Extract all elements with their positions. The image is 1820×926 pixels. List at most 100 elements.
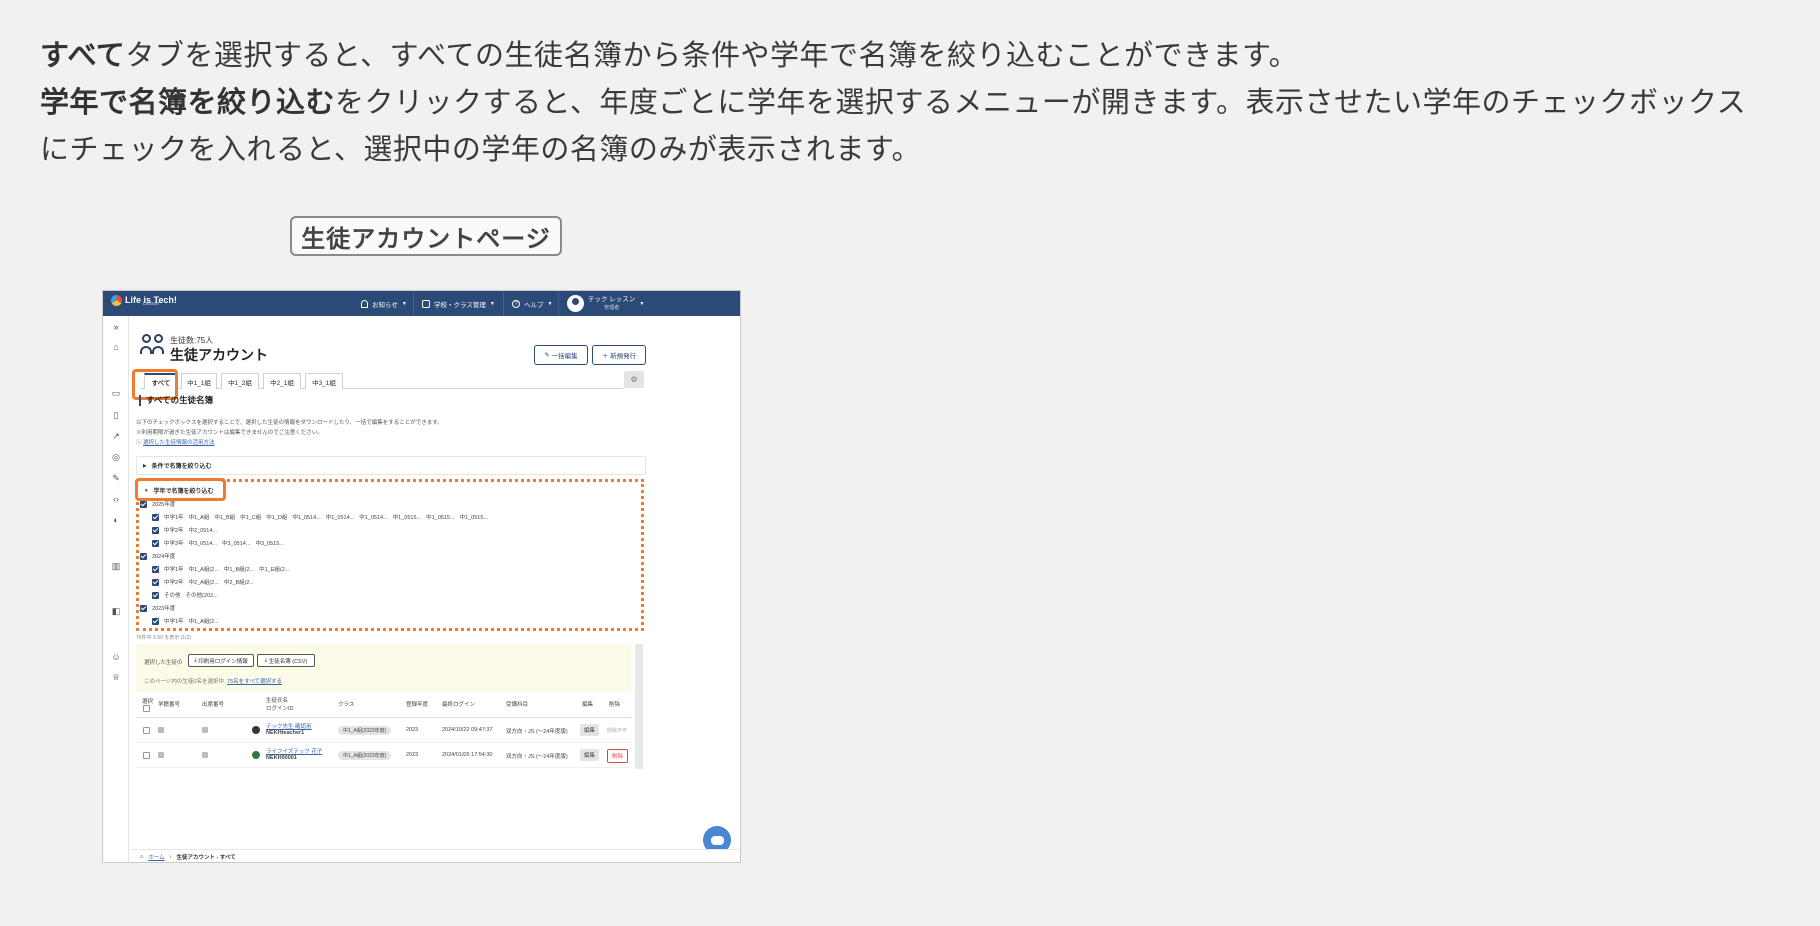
checkbox[interactable] xyxy=(152,578,159,586)
csv-download-label: 生徒名簿 (CSV) xyxy=(268,658,308,665)
chart-icon[interactable]: ▥ xyxy=(111,561,121,571)
class-name: 中1_0515... xyxy=(426,515,455,521)
filter-by-condition[interactable]: ▶ 条件で名簿を絞り込む xyxy=(136,456,646,475)
edit-button[interactable]: 編集 xyxy=(580,749,600,761)
col-student-no[interactable]: 学籍番号 xyxy=(158,700,180,708)
expand-icon[interactable]: » xyxy=(111,322,121,332)
nav-school[interactable]: 学校・クラス管理 ▼ xyxy=(413,291,503,316)
checkbox[interactable] xyxy=(140,552,147,560)
logo-subtext: Lesson xyxy=(143,301,160,307)
class-name: 中2_B組(2... xyxy=(223,580,255,586)
col-last-login[interactable]: 最終ログイン xyxy=(442,700,475,708)
tab-1-2[interactable]: 中1_2組 xyxy=(221,373,259,389)
trophy-icon[interactable]: ♕ xyxy=(111,672,121,682)
monitor-icon[interactable]: ▭ xyxy=(111,388,121,398)
class-name: 中1_A組(2... xyxy=(188,567,219,573)
last-login: 2024/10/22 09:47:37 xyxy=(442,727,493,733)
select-all-link[interactable]: 75名をすべて選択する xyxy=(227,679,282,685)
checkbox[interactable] xyxy=(152,539,159,547)
row-checkbox[interactable] xyxy=(143,727,150,734)
student-name-link[interactable]: ライフイズテック 花子 xyxy=(266,747,322,755)
tab-3-1[interactable]: 中3_1組 xyxy=(305,373,343,389)
year-2025[interactable]: 2025年度 xyxy=(140,500,175,508)
col-attend-no[interactable]: 出席番号 xyxy=(202,700,224,708)
checkbox[interactable] xyxy=(140,604,147,612)
grade-row[interactable]: 中学2年 中2_A組(2... 中2_B組(2... xyxy=(152,578,254,586)
csv-download-button[interactable]: ⤓ 生徒名簿 (CSV) xyxy=(257,654,315,667)
top-bar: Life is Tech! Lesson お知らせ ▼ 学校・クラス管理 ▼ ?… xyxy=(103,291,740,316)
year-2023[interactable]: 2023年度 xyxy=(140,604,175,612)
trend-icon[interactable]: ↗ xyxy=(111,431,121,441)
class-name: 中1_B組 xyxy=(214,515,236,521)
col-name[interactable]: 生徒氏名 xyxy=(266,696,288,704)
intro-line-2: 学年で名簿を絞り込むをクリックすると、年度ごとに学年を選択するメニューが開きます… xyxy=(40,79,1760,173)
edit-icon: ✎ xyxy=(544,352,550,359)
print-login-button[interactable]: ⤓ 印刷用ログイン情報 xyxy=(188,654,254,667)
status-icon xyxy=(158,752,164,758)
grade-label: その他 xyxy=(164,593,181,599)
check-circle-icon[interactable]: ◎ xyxy=(111,452,121,462)
caret-down-icon: ▼ xyxy=(401,300,407,307)
table-row[interactable]: ライフイズテック 花子 NEKH00001 中1_A組(2023年度) 2023… xyxy=(136,743,631,768)
grade-label: 中学1年 xyxy=(164,619,184,625)
grade-row[interactable]: 中学3年 中3_0514... 中3_0514... 中3_0515... xyxy=(152,539,284,547)
usage-help-link[interactable]: 選択した生徒情報の活用方法 xyxy=(143,440,215,446)
select-all-checkbox[interactable] xyxy=(143,705,150,712)
tab-1-1[interactable]: 中1_1組 xyxy=(181,373,217,389)
year-label: 2023年度 xyxy=(152,606,176,612)
breadcrumb: ⌂ ホーム › 生徒アカウント - すべて xyxy=(130,849,740,862)
grade-row[interactable]: 中学1年 中1_A組(2... 中1_B組(2... 中1_E組(2... xyxy=(152,565,289,573)
user-avatar-icon xyxy=(567,295,584,312)
grade-label: 中学1年 xyxy=(164,515,184,521)
grade-row[interactable]: 中学2年 中2_0514... xyxy=(152,526,217,534)
checkbox[interactable] xyxy=(152,565,159,573)
year-2024[interactable]: 2024年度 xyxy=(140,552,175,560)
grade-row[interactable]: 中学1年 中1_A組(2... xyxy=(152,617,219,625)
breadcrumb-home[interactable]: ホーム xyxy=(148,853,164,861)
checkbox[interactable] xyxy=(152,513,159,521)
delete-button[interactable]: 削除 xyxy=(607,749,629,763)
scrollbar[interactable] xyxy=(635,644,643,769)
edit-button[interactable]: 編集 xyxy=(580,724,600,736)
page-label: 生徒アカウントページ xyxy=(290,216,562,256)
intro-line-1-text: タブを選択すると、すべての生徒名簿から条件や学年で名簿を絞り込むことができます。 xyxy=(125,38,1299,72)
palette-icon[interactable]: ◐ xyxy=(111,515,121,525)
grade-label: 中学3年 xyxy=(164,541,184,547)
nav-notice[interactable]: お知らせ ▼ xyxy=(353,291,415,316)
nav-help[interactable]: ? ヘルプ ▼ xyxy=(503,291,560,316)
class-name: 中3_0514... xyxy=(222,541,251,547)
student-avatar xyxy=(252,726,260,734)
download-icon: ⤓ xyxy=(194,657,197,663)
checkbox[interactable] xyxy=(152,591,159,599)
checkbox[interactable] xyxy=(152,617,159,625)
class-tag: 中1_A組(2023年度) xyxy=(338,726,392,735)
document-icon[interactable]: ▯ xyxy=(111,410,121,420)
checkbox[interactable] xyxy=(140,500,147,508)
student-name-link[interactable]: テック先生 確認用 xyxy=(266,722,312,730)
sidebar: » ⌂ ▭ ▯ ↗ ◎ ✎ ‹› ◐ ▥ ◧ ☺ ♕ xyxy=(103,316,129,862)
smile-icon[interactable]: ☺ xyxy=(111,652,121,662)
bulk-edit-button[interactable]: ✎ 一括編集 xyxy=(534,345,588,365)
code-icon[interactable]: ‹› xyxy=(111,494,121,504)
col-reg-year[interactable]: 登録年度 xyxy=(406,700,428,708)
intro-bold-grade: 学年で名簿を絞り込む xyxy=(40,85,336,119)
grade-row[interactable]: 中学1年 中1_A組 中1_B組 中1_C組 中1_D組 中1_0514... … xyxy=(152,513,488,521)
class-name: 中1_0514... xyxy=(359,515,388,521)
tab-2-1[interactable]: 中2_1組 xyxy=(263,373,301,389)
nav-user[interactable]: テック レッスン 管理者 ▼ xyxy=(558,291,652,316)
beginner-icon[interactable]: ◧ xyxy=(111,606,121,616)
description-2: ※利用期限が過ぎた生徒アカウントは編集できませんのでご注意ください。 xyxy=(136,430,323,436)
user-name: テック レッスン 管理者 xyxy=(588,296,635,312)
grade-row[interactable]: その他 その他(202... xyxy=(152,591,218,599)
home-icon[interactable]: ⌂ xyxy=(111,342,121,352)
settings-gear-icon[interactable]: ⚙ xyxy=(624,371,644,388)
row-checkbox[interactable] xyxy=(143,752,150,759)
new-issue-button[interactable]: ＋ 新規発行 xyxy=(592,345,646,365)
class-name: 中1_D組 xyxy=(266,515,288,521)
year-label: 2024年度 xyxy=(152,554,176,560)
logo-icon xyxy=(111,295,122,306)
pen-icon[interactable]: ✎ xyxy=(111,473,121,483)
class-name: 中1_E組(2... xyxy=(259,567,290,573)
checkbox[interactable] xyxy=(152,526,159,534)
table-row[interactable]: テック先生 確認用 NEKHteacher1 中1_A組(2023年度) 202… xyxy=(136,718,631,743)
